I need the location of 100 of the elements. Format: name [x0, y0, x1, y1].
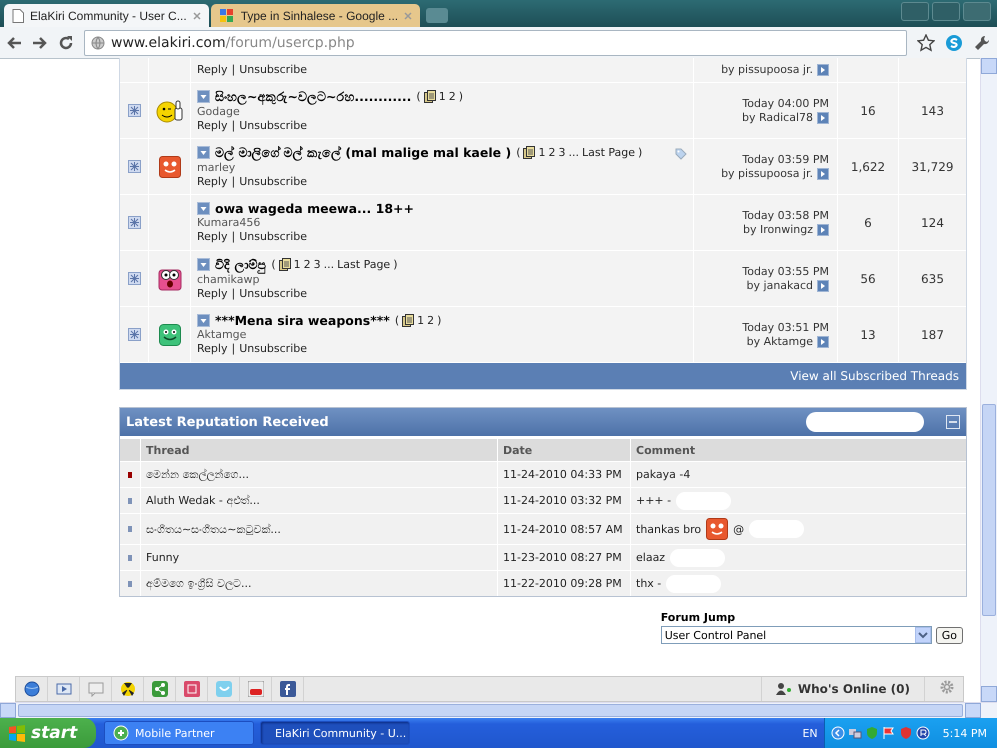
page-link[interactable]: Last Page [337, 258, 390, 271]
windows-flag-icon [8, 724, 26, 742]
thread-action-link[interactable]: Unsubscribe [239, 174, 308, 188]
bookmark-icon[interactable] [184, 681, 200, 697]
vertical-scrollbar[interactable] [980, 58, 997, 702]
view-count: 635 [921, 272, 944, 286]
go-to-post-icon[interactable] [817, 280, 829, 292]
back-icon[interactable] [6, 36, 22, 50]
page-link[interactable]: 1 [438, 90, 446, 103]
page-link[interactable]: 1 [417, 314, 424, 327]
settings-icon[interactable] [939, 679, 955, 695]
thread-starter[interactable]: marley [197, 160, 236, 174]
thread-action-link[interactable]: Unsubscribe [239, 230, 308, 244]
thread-action-link[interactable]: Reply [197, 174, 228, 188]
go-button[interactable]: Go [936, 626, 963, 644]
last-post-author[interactable]: by Radical78 [742, 110, 813, 124]
reload-icon[interactable] [58, 34, 74, 50]
dropdown-icon[interactable] [197, 258, 210, 271]
thread-title-link[interactable]: මල් මාලිගේ මල් කැලේ (mal malige mal kaele ) [215, 144, 512, 160]
dropdown-icon[interactable] [197, 314, 210, 327]
whos-online-link[interactable]: Who's Online (0) [798, 682, 910, 696]
thread-title-link[interactable]: owa wageda meewa... 18++ [215, 201, 414, 216]
thread-starter[interactable]: Aktamge [197, 328, 246, 342]
thread-action-link[interactable]: Unsubscribe [239, 118, 308, 132]
browser-tab[interactable]: Type in Sinhalese - Google ... [210, 4, 420, 27]
page-link[interactable]: 2 [304, 258, 311, 271]
last-post-author[interactable]: by janakacd [746, 278, 813, 292]
go-to-post-icon[interactable] [817, 224, 829, 236]
address-bar[interactable]: www.elakiri.com/forum/usercp.php [84, 30, 907, 56]
thread-title-link[interactable]: ***Mena sira weapons*** [215, 313, 390, 328]
chat-icon[interactable] [88, 681, 104, 697]
close-icon[interactable] [192, 12, 201, 20]
last-post-author[interactable]: by pissupoosa jr. [721, 63, 813, 77]
dropdown-icon[interactable] [197, 146, 210, 159]
thread-title-link[interactable]: සිංහල~අකුරු~වලට~රහ............ [215, 88, 412, 104]
go-to-post-icon[interactable] [817, 64, 829, 76]
chevron-icon[interactable] [830, 726, 845, 740]
taskbar-button[interactable]: ElaKiri Community - U... [260, 721, 410, 745]
thread-title-link[interactable]: විදි ලාම්පු [215, 256, 266, 272]
globe-icon[interactable] [24, 681, 40, 697]
thread-link[interactable]: මෙන්න කෙල්ලන්ගෙ... [146, 468, 249, 481]
horizontal-scrollbar[interactable] [0, 702, 997, 718]
taskbar-button[interactable]: Mobile Partner [104, 721, 254, 745]
thread-action-link[interactable]: Reply [197, 286, 228, 300]
thread-action-link[interactable]: Reply [197, 118, 228, 132]
network-icon[interactable] [848, 726, 862, 740]
collapse-icon[interactable] [946, 415, 960, 429]
page-link[interactable]: 2 [548, 146, 556, 159]
forward-icon[interactable] [32, 36, 48, 50]
page-link[interactable]: 1 [538, 146, 546, 159]
thread-starter[interactable]: chamikawp [197, 272, 260, 286]
thread-link[interactable]: Funny [146, 551, 180, 564]
wrench-icon[interactable] [973, 34, 991, 52]
thread-action-link[interactable]: Unsubscribe [239, 63, 308, 77]
film-icon[interactable] [56, 681, 72, 697]
thread-starter[interactable]: Godage [197, 104, 240, 118]
new-tab-button[interactable] [426, 8, 448, 23]
go-to-post-icon[interactable] [817, 112, 829, 124]
thread-action-link[interactable]: Reply [197, 63, 228, 77]
page-link[interactable]: 1 [294, 258, 301, 271]
extension-icon[interactable] [945, 34, 963, 52]
star-icon[interactable] [917, 34, 935, 52]
page-link[interactable]: ... [324, 258, 334, 271]
page-link[interactable]: 3 [314, 258, 321, 271]
share-icon[interactable] [152, 681, 168, 697]
go-to-post-icon[interactable] [817, 168, 829, 180]
thread-action-link[interactable]: Unsubscribe [239, 286, 308, 300]
thread-link[interactable]: සංගීතය~සංගීතය~කටුවක්... [146, 522, 281, 536]
page-link[interactable]: ... [568, 146, 579, 159]
separator-text: | [231, 230, 236, 244]
f-logo-icon[interactable] [280, 681, 296, 697]
flag-icon[interactable] [882, 726, 896, 740]
last-post-author[interactable]: by Aktamge [746, 334, 813, 348]
letter-r-icon[interactable] [916, 726, 930, 740]
page-link[interactable]: 3 [558, 146, 566, 159]
view-count: 124 [921, 216, 944, 230]
thread-link[interactable]: Aluth Wedak - අළුත්... [146, 494, 260, 507]
paren-text: ( [394, 314, 400, 327]
language-indicator[interactable]: EN [802, 726, 818, 740]
thread-action-link[interactable]: Reply [197, 230, 228, 244]
last-post-author[interactable]: by pissupoosa jr. [721, 166, 813, 180]
radiation-icon[interactable] [120, 681, 136, 697]
avatar-icon [158, 156, 180, 178]
thread-starter[interactable]: Kumara456 [197, 216, 260, 230]
go-to-post-icon[interactable] [817, 336, 829, 348]
thread-link[interactable]: අම්මගෙ ඉංග්‍රීසි වලට... [146, 577, 252, 590]
thread-action-link[interactable]: Unsubscribe [239, 342, 308, 356]
page-link[interactable]: 2 [448, 90, 456, 103]
page-link[interactable]: 2 [427, 314, 434, 327]
forum-select[interactable]: User Control Panel [660, 626, 932, 644]
browser-tab[interactable]: ElaKiri Community - User C... [4, 4, 209, 27]
last-post-author[interactable]: by Ironwingz [743, 222, 813, 236]
thread-action-link[interactable]: Reply [197, 342, 228, 356]
section-title: Latest Reputation Received [126, 414, 330, 430]
last-post-time: Today 03:59 PM [742, 152, 829, 166]
view-all-link[interactable]: View all Subscribed Threads [790, 369, 959, 383]
dropdown-icon[interactable] [197, 90, 210, 103]
page-link[interactable]: Last Page [582, 146, 636, 159]
dropdown-icon[interactable] [197, 202, 210, 215]
pages-icon [278, 258, 291, 271]
